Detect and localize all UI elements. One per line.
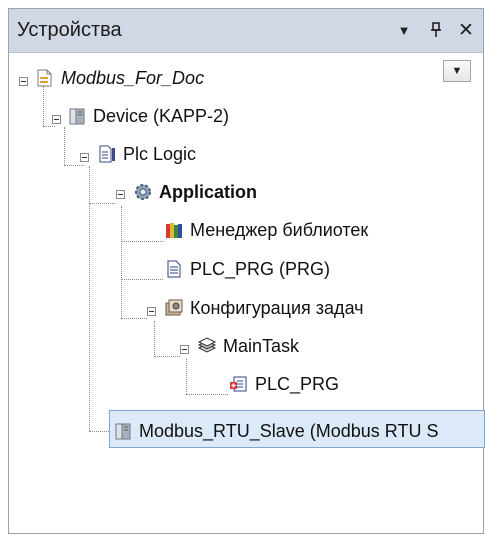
close-icon[interactable]: ✕	[455, 17, 477, 43]
tree-item-label: MainTask	[223, 335, 300, 356]
tree-collapse-toggle[interactable]	[147, 307, 156, 316]
tree-item-label: PLC_PRG (PRG)	[190, 258, 331, 279]
tree-connector	[64, 165, 84, 166]
tree-connector	[89, 204, 90, 431]
tree-item-modbus-for-doc[interactable]: Modbus_For_Doc	[35, 63, 204, 93]
tree-connector	[186, 359, 187, 394]
device-icon	[113, 421, 133, 441]
device-icon	[67, 106, 87, 126]
program-call-icon	[229, 374, 249, 394]
application-gear-icon	[133, 182, 153, 202]
tree-connector	[89, 203, 115, 204]
devices-panel: Устройства ▼ ✕ ▼ Modbus_For_Doc Device (…	[8, 8, 485, 534]
tree-item-label: PLC_PRG	[255, 373, 340, 394]
plc-logic-icon	[97, 144, 117, 164]
tree-item-label: Modbus_For_Doc	[61, 67, 205, 88]
tree-item-label: Plc Logic	[123, 143, 197, 164]
tree-item-task-configuration[interactable]: Конфигурация задач	[164, 293, 364, 323]
tree-item-modbus-rtu-slave[interactable]: Modbus_RTU_Slave (Modbus RTU S	[113, 416, 438, 446]
tree-item-label: Менеджер библиотек	[190, 219, 369, 240]
panel-menu-dropdown-icon[interactable]: ▼	[393, 17, 415, 43]
library-manager-icon	[164, 220, 184, 240]
project-icon	[35, 68, 55, 88]
tree-item-plc-prg-program[interactable]: PLC_PRG (PRG)	[164, 254, 330, 284]
tree-connector	[186, 394, 228, 395]
tree-connector	[89, 166, 90, 204]
tree-collapse-toggle[interactable]	[52, 115, 61, 124]
panel-title: Устройства	[17, 19, 122, 41]
tree-item-device[interactable]: Device (KAPP-2)	[67, 101, 229, 131]
tree-item-label: Конфигурация задач	[190, 297, 364, 318]
tree-connector	[89, 431, 111, 432]
tree-item-label: Application	[159, 181, 257, 202]
pin-icon[interactable]	[425, 17, 447, 43]
tree-item-application[interactable]: Application	[133, 177, 257, 207]
tree-connector	[64, 127, 65, 165]
tree-item-plc-logic[interactable]: Plc Logic	[97, 139, 196, 169]
tree-item-library-manager[interactable]: Менеджер библиотек	[164, 215, 368, 245]
tree-connector	[121, 241, 163, 242]
tree-connector	[121, 206, 122, 318]
tree-connector	[121, 318, 147, 319]
tree-connector	[121, 279, 163, 280]
tree-item-label: Modbus_RTU_Slave (Modbus RTU S	[139, 420, 439, 441]
panel-titlebar: Устройства ▼ ✕	[9, 9, 483, 53]
program-document-icon	[164, 259, 184, 279]
tree-combo-dropdown-button[interactable]: ▼	[443, 60, 471, 82]
tree-item-label: Device (KAPP-2)	[93, 105, 230, 126]
tree-item-main-task[interactable]: MainTask	[197, 331, 299, 361]
tree-collapse-toggle[interactable]	[116, 190, 125, 199]
tree-item-plc-prg-call[interactable]: PLC_PRG	[229, 369, 339, 399]
tree-collapse-toggle[interactable]	[180, 345, 189, 354]
tree-collapse-toggle[interactable]	[19, 77, 28, 86]
tree-connector	[154, 321, 155, 357]
tree-connector	[154, 356, 180, 357]
tree-collapse-toggle[interactable]	[80, 153, 89, 162]
main-task-icon	[197, 336, 217, 356]
tree-connector	[43, 126, 55, 127]
task-configuration-icon	[164, 298, 184, 318]
